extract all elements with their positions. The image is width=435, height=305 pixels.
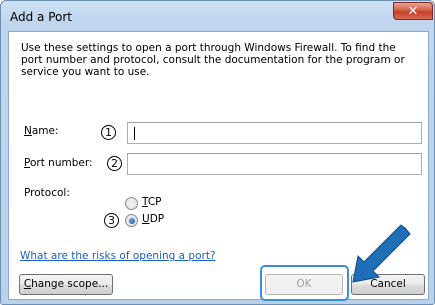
add-port-dialog: Add a Port ✕ Use these settings to open … <box>0 0 435 305</box>
name-input[interactable] <box>127 122 422 144</box>
description-text: Use these settings to open a port throug… <box>21 42 405 78</box>
marker-3: 3 <box>104 213 119 228</box>
marker-2: 2 <box>107 156 122 171</box>
change-scope-button[interactable]: Change scope... <box>19 274 113 295</box>
close-button[interactable]: ✕ <box>393 2 433 20</box>
dialog-title: Add a Port <box>10 10 73 24</box>
dialog-body: Use these settings to open a port throug… <box>8 31 429 301</box>
marker-1: 1 <box>101 125 116 140</box>
protocol-label: Protocol: <box>24 187 70 199</box>
risks-link[interactable]: What are the risks of opening a port? <box>20 250 216 262</box>
name-label: Name: <box>24 125 59 137</box>
pointer-arrow-icon <box>352 224 411 283</box>
port-number-input[interactable] <box>127 153 422 175</box>
udp-radio[interactable] <box>125 214 138 227</box>
udp-label[interactable]: UDP <box>142 213 164 225</box>
tcp-label[interactable]: TCP <box>142 196 161 208</box>
port-number-label: Port number: <box>24 157 93 169</box>
text-caret <box>134 127 135 140</box>
ok-button[interactable]: OK <box>265 274 343 295</box>
close-icon: ✕ <box>407 3 419 19</box>
tcp-radio[interactable] <box>125 197 138 210</box>
